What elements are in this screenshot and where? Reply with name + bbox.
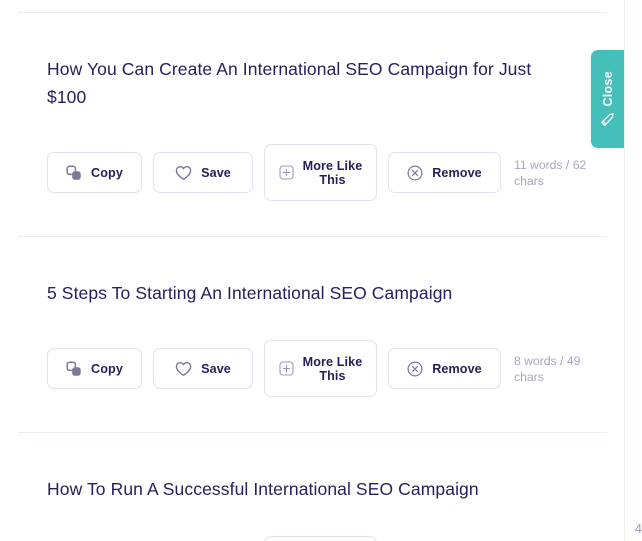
results-list: How You Can Create An International SEO … — [0, 0, 624, 541]
result-title: How You Can Create An International SEO … — [47, 59, 532, 107]
copy-icon — [66, 360, 82, 377]
list-item: How To Run A Successful International SE… — [0, 433, 624, 541]
remove-button[interactable]: Remove — [388, 348, 501, 389]
remove-button-label: Remove — [432, 361, 482, 376]
plus-square-icon — [279, 361, 294, 376]
copy-button[interactable]: Copy — [47, 348, 142, 389]
result-actions: Copy Save — [47, 144, 607, 201]
results-panel: How You Can Create An International SEO … — [0, 0, 625, 541]
close-tab-label: Close — [600, 71, 615, 107]
word-count-stats: 8 words / 49 chars — [514, 353, 581, 384]
result-actions: Copy Save — [47, 340, 607, 397]
more-like-this-button[interactable]: More Like This — [264, 340, 377, 397]
copy-button[interactable]: Copy — [47, 152, 142, 193]
save-button[interactable]: Save — [153, 152, 253, 193]
result-title: How To Run A Successful International SE… — [47, 479, 479, 499]
save-button-label: Save — [201, 361, 231, 376]
word-count-stats: 11 words / 62 chars — [514, 157, 587, 188]
result-actions: Copy Save — [47, 536, 607, 541]
save-button[interactable]: Save — [153, 348, 253, 389]
heart-icon — [175, 165, 192, 181]
more-like-this-button-label: More Like This — [302, 158, 363, 187]
list-item: How You Can Create An International SEO … — [0, 13, 624, 236]
more-like-this-button[interactable]: More Like This — [264, 536, 377, 541]
close-panel-tab[interactable]: Close — [591, 50, 624, 148]
copy-button-label: Copy — [91, 165, 123, 180]
close-circle-icon — [407, 164, 423, 181]
partial-number: 4 — [634, 521, 642, 536]
copy-button-label: Copy — [91, 361, 123, 376]
page-right-gutter: 4 — [625, 0, 642, 541]
plus-square-icon — [279, 165, 294, 180]
remove-button-label: Remove — [432, 165, 482, 180]
more-like-this-button[interactable]: More Like This — [264, 144, 377, 201]
heart-icon — [175, 361, 192, 377]
list-item: 5 Steps To Starting An International SEO… — [0, 237, 624, 432]
more-like-this-button-label: More Like This — [302, 354, 363, 383]
close-circle-icon — [407, 360, 423, 377]
save-button-label: Save — [201, 165, 231, 180]
remove-button[interactable]: Remove — [388, 152, 501, 193]
result-title: 5 Steps To Starting An International SEO… — [47, 283, 453, 303]
pencil-icon — [600, 112, 615, 127]
copy-icon — [66, 164, 82, 181]
